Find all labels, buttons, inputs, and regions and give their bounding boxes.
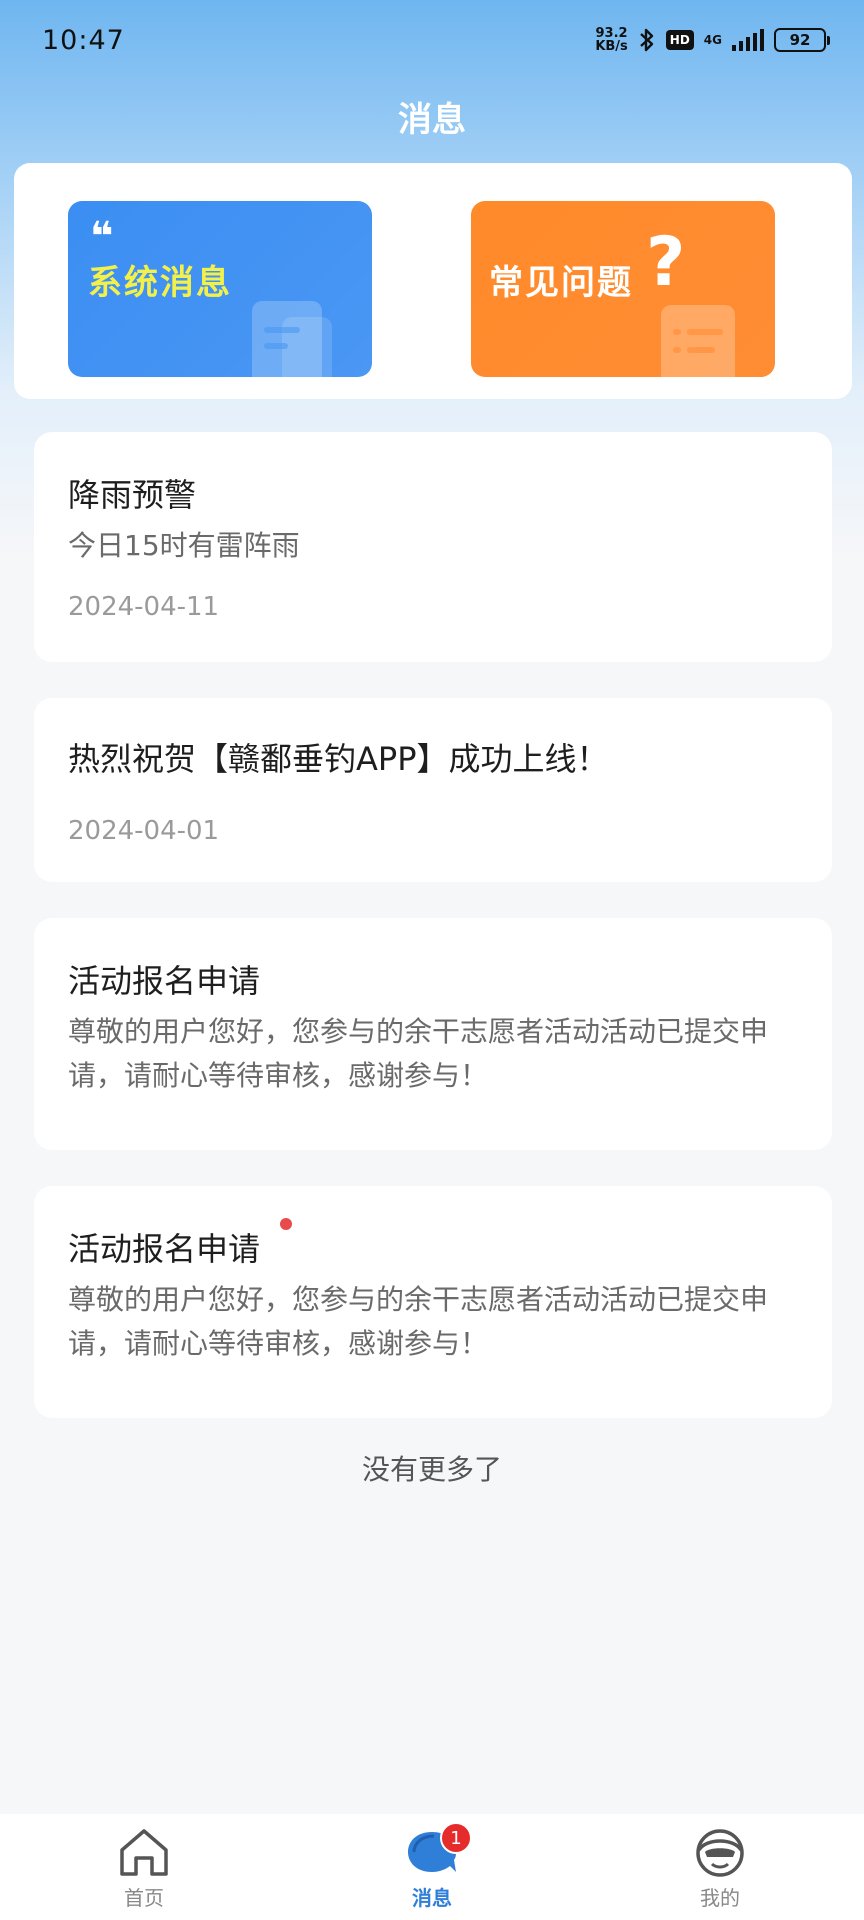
profile-face-icon [696,1829,744,1877]
document-icon [661,305,735,377]
message-title: 降雨预警 [68,476,197,514]
notification-badge: 1 [440,1822,472,1854]
document-icon [252,301,322,377]
system-messages-label: 系统消息 [88,263,232,303]
message-card[interactable]: 降雨预警 今日15时有雷阵雨 2024-04-11 [34,432,832,662]
status-icons: 93.2 KB/s HD 4G 92 [595,27,830,53]
message-title: 热烈祝贺【赣鄱垂钓APP】成功上线！ [68,740,609,778]
bluetooth-icon [639,28,653,52]
nav-home[interactable]: 首页 [0,1814,288,1920]
message-card[interactable]: 热烈祝贺【赣鄱垂钓APP】成功上线！ 2024-04-01 [34,698,832,882]
network-speed: 93.2 KB/s [595,27,627,53]
signal-icon [732,29,764,51]
nav-home-label: 首页 [124,1886,164,1910]
message-date: 2024-04-11 [68,592,220,622]
message-date: 2024-04-01 [68,816,220,846]
status-time: 10:47 [42,24,125,56]
page-title: 消息 [398,100,466,140]
status-bar: 10:47 93.2 KB/s HD 4G 92 [0,0,864,80]
hd-badge: HD [665,30,694,50]
system-messages-button[interactable]: ❝ 系统消息 [68,201,372,377]
entry-panel: ❝ 系统消息 常见问题 ? [14,163,852,399]
message-card-unread[interactable]: 活动报名申请 尊敬的用户您好，您参与的余干志愿者活动活动已提交申请，请耐心等待审… [34,1186,832,1418]
message-title: 活动报名申请 [68,1230,261,1268]
nav-profile-label: 我的 [700,1886,740,1910]
unread-dot [280,1218,292,1230]
question-mark-icon: ? [646,223,686,302]
home-icon [120,1829,168,1876]
network-type: 4G [703,33,722,47]
message-card[interactable]: 活动报名申请 尊敬的用户您好，您参与的余干志愿者活动活动已提交申请，请耐心等待审… [34,918,832,1150]
network-speed-unit: KB/s [595,39,628,54]
quote-icon: ❝ [90,214,114,260]
bottom-nav: 首页 消息 1 我的 [0,1814,864,1920]
list-end-text: 没有更多了 [361,1453,502,1486]
nav-messages-label: 消息 [412,1886,452,1910]
message-body: 尊敬的用户您好，您参与的余干志愿者活动活动已提交申请，请耐心等待审核，感谢参与！ [68,1015,769,1092]
faq-label: 常见问题 [489,263,633,303]
battery-icon: 92 [774,28,830,52]
message-body: 今日15时有雷阵雨 [68,529,300,562]
message-body: 尊敬的用户您好，您参与的余干志愿者活动活动已提交申请，请耐心等待审核，感谢参与！ [68,1283,769,1360]
nav-messages[interactable]: 消息 1 [288,1814,576,1920]
faq-button[interactable]: 常见问题 ? [471,201,775,377]
nav-profile[interactable]: 我的 [576,1814,864,1920]
battery-level: 92 [789,31,811,49]
message-title: 活动报名申请 [68,962,261,1000]
